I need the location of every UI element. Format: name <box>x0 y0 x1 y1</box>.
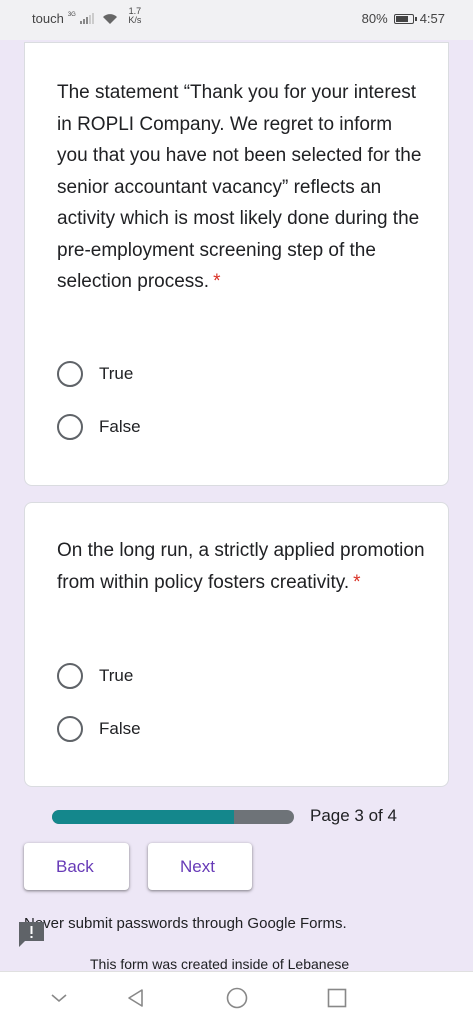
question-text-1: The statement “Thank you for your intere… <box>57 77 427 298</box>
option-true-q2[interactable]: True <box>57 663 133 689</box>
speed-unit: K/s <box>128 14 142 25</box>
signal-icon <box>79 13 94 24</box>
radio-button[interactable] <box>57 663 83 689</box>
required-asterisk: * <box>213 271 221 292</box>
option-false-q1[interactable]: False <box>57 414 141 440</box>
back-triangle-icon[interactable] <box>124 986 148 1010</box>
option-true-q1[interactable]: True <box>57 361 133 387</box>
feedback-icon[interactable] <box>17 920 46 948</box>
chevron-down-icon[interactable] <box>47 986 71 1010</box>
question-text-2: On the long run, a strictly applied prom… <box>57 535 427 598</box>
option-label: True <box>99 666 134 685</box>
option-label: False <box>99 417 141 436</box>
network-speed: 1.7 K/s <box>126 6 144 25</box>
progress-bar <box>52 810 294 824</box>
option-label: False <box>99 719 141 738</box>
required-asterisk: * <box>353 571 361 593</box>
radio-button[interactable] <box>57 414 83 440</box>
question-card-2: On the long run, a strictly applied prom… <box>24 502 449 787</box>
clock: 4:57 <box>419 11 445 26</box>
back-button[interactable]: Back <box>24 843 129 890</box>
status-bar: touch 3G 1.7 K/s 80% 4:57 <box>0 0 473 40</box>
page-indicator: Page 3 of 4 <box>310 806 397 825</box>
carrier-name: touch <box>32 11 64 26</box>
status-left: touch 3G 1.7 K/s <box>32 6 144 26</box>
radio-button[interactable] <box>57 716 83 742</box>
question-card-1: The statement “Thank you for your intere… <box>24 42 449 486</box>
battery-icon <box>393 13 417 24</box>
question-1-label: The statement “Thank you for your intere… <box>57 82 422 292</box>
next-button[interactable]: Next <box>148 843 252 890</box>
progress-fill <box>52 810 234 824</box>
network-type: 3G <box>67 11 76 18</box>
system-nav-bar <box>0 971 473 1025</box>
form-origin-note: This form was created inside of Lebanese <box>90 956 350 972</box>
wifi-icon <box>102 13 117 24</box>
password-warning: Never submit passwords through Google Fo… <box>24 915 347 932</box>
option-label: True <box>99 364 134 383</box>
home-circle-icon[interactable] <box>225 986 249 1010</box>
radio-button[interactable] <box>57 361 83 387</box>
status-right: 80% 4:57 <box>362 11 445 26</box>
option-false-q2[interactable]: False <box>57 716 141 742</box>
question-2-label: On the long run, a strictly applied prom… <box>57 540 425 593</box>
battery-percent: 80% <box>361 11 388 26</box>
recents-square-icon[interactable] <box>325 986 349 1010</box>
